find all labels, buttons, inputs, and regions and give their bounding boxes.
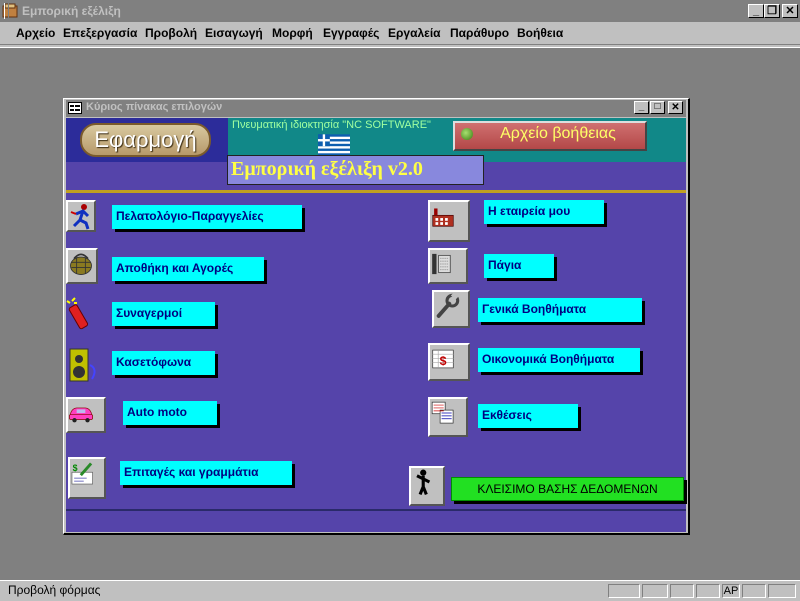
menu-insert[interactable]: Εισαγωγή xyxy=(205,26,263,40)
form-minimize-button[interactable]: _ xyxy=(634,101,649,114)
restore-button[interactable]: ❐ xyxy=(764,4,780,18)
menu-edit[interactable]: Επεξεργασία xyxy=(63,26,137,40)
status-cell-1 xyxy=(608,584,640,598)
status-cell-7 xyxy=(768,584,796,598)
footer-divider xyxy=(66,509,686,511)
menu-view[interactable]: Προβολή xyxy=(145,26,197,40)
status-text: Προβολή φόρμας xyxy=(8,583,101,597)
menu-customers-orders[interactable]: Πελατολόγιο-Παραγγελίες xyxy=(112,205,302,229)
menu-reports[interactable]: Εκθέσεις xyxy=(478,404,578,428)
wrench-icon[interactable] xyxy=(432,290,470,328)
status-cell-6 xyxy=(742,584,766,598)
form-close-button[interactable]: ✕ xyxy=(668,101,683,114)
menu-cassette-players[interactable]: Κασετόφωνα xyxy=(112,351,215,375)
toolbar-area xyxy=(0,45,800,48)
help-bullet-icon xyxy=(461,128,473,140)
menu-warehouse-purchases[interactable]: Αποθήκη και Αγορές xyxy=(112,257,264,281)
menu-file[interactable]: Αρχείο xyxy=(16,26,55,40)
dynamite-icon[interactable] xyxy=(66,297,96,331)
copyright-text: Πνευματική ιδιοκτησία "NC SOFTWARE" xyxy=(232,119,431,131)
app-name-title: Εμπορική εξέλιξη v2.0 xyxy=(231,158,423,180)
svg-text:$: $ xyxy=(440,354,447,368)
menu-fixed-assets[interactable]: Πάγια xyxy=(484,254,554,278)
menu-format[interactable]: Μορφή xyxy=(272,26,313,40)
dollar-ledger-icon[interactable]: $ xyxy=(428,343,470,381)
exit-person-icon[interactable] xyxy=(409,466,445,506)
car-icon[interactable] xyxy=(66,397,106,433)
window-title: Εμπορική εξέλιξη xyxy=(22,4,121,18)
close-database-button[interactable]: ΚΛΕΙΣΙΜΟ ΒΑΣΗΣ ΔΕΔΟΜΕΝΩΝ xyxy=(451,477,684,501)
check-pen-icon[interactable]: $ xyxy=(68,457,106,499)
basket-icon[interactable] xyxy=(66,248,98,284)
factory-icon[interactable] xyxy=(428,200,470,242)
svg-text:$: $ xyxy=(73,463,78,473)
menu-checks-bills[interactable]: Επιταγές και γραμμάτια xyxy=(120,461,292,485)
application-button[interactable]: Εφαρμογή xyxy=(80,123,211,157)
menu-help[interactable]: Βοήθεια xyxy=(517,26,563,40)
status-cell-2 xyxy=(642,584,668,598)
speaker-icon[interactable] xyxy=(66,347,100,385)
status-cell-3 xyxy=(670,584,694,598)
menu-grip xyxy=(4,3,9,19)
menu-financial-tools[interactable]: Οικονομικά Βοηθήματα xyxy=(478,348,640,372)
minimize-button[interactable]: _ xyxy=(748,4,764,18)
menu-records[interactable]: Εγγραφές xyxy=(323,26,379,40)
running-man-icon[interactable] xyxy=(66,200,96,232)
cabinet-icon[interactable] xyxy=(428,248,468,284)
menu-general-tools[interactable]: Γενικά Βοηθήματα xyxy=(478,298,642,322)
form-icon[interactable] xyxy=(68,102,82,114)
status-cell-4 xyxy=(696,584,720,598)
menu-auto-moto[interactable]: Auto moto xyxy=(123,401,217,425)
form-title: Κύριος πίνακας επιλογών xyxy=(86,101,223,113)
close-button[interactable]: ✕ xyxy=(782,4,798,18)
header-divider xyxy=(66,190,686,193)
help-file-label[interactable]: Αρχείο βοήθειας xyxy=(478,125,638,143)
form-maximize-button[interactable]: □ xyxy=(650,101,665,114)
menu-alarms[interactable]: Συναγερμοί xyxy=(112,302,215,326)
menu-tools[interactable]: Εργαλεία xyxy=(388,26,441,40)
caps-indicator: ΑΡ xyxy=(722,584,740,598)
menu-my-company[interactable]: Η εταιρεία μου xyxy=(484,200,604,224)
reports-icon[interactable] xyxy=(428,397,468,437)
menu-window[interactable]: Παράθυρο xyxy=(450,26,509,40)
